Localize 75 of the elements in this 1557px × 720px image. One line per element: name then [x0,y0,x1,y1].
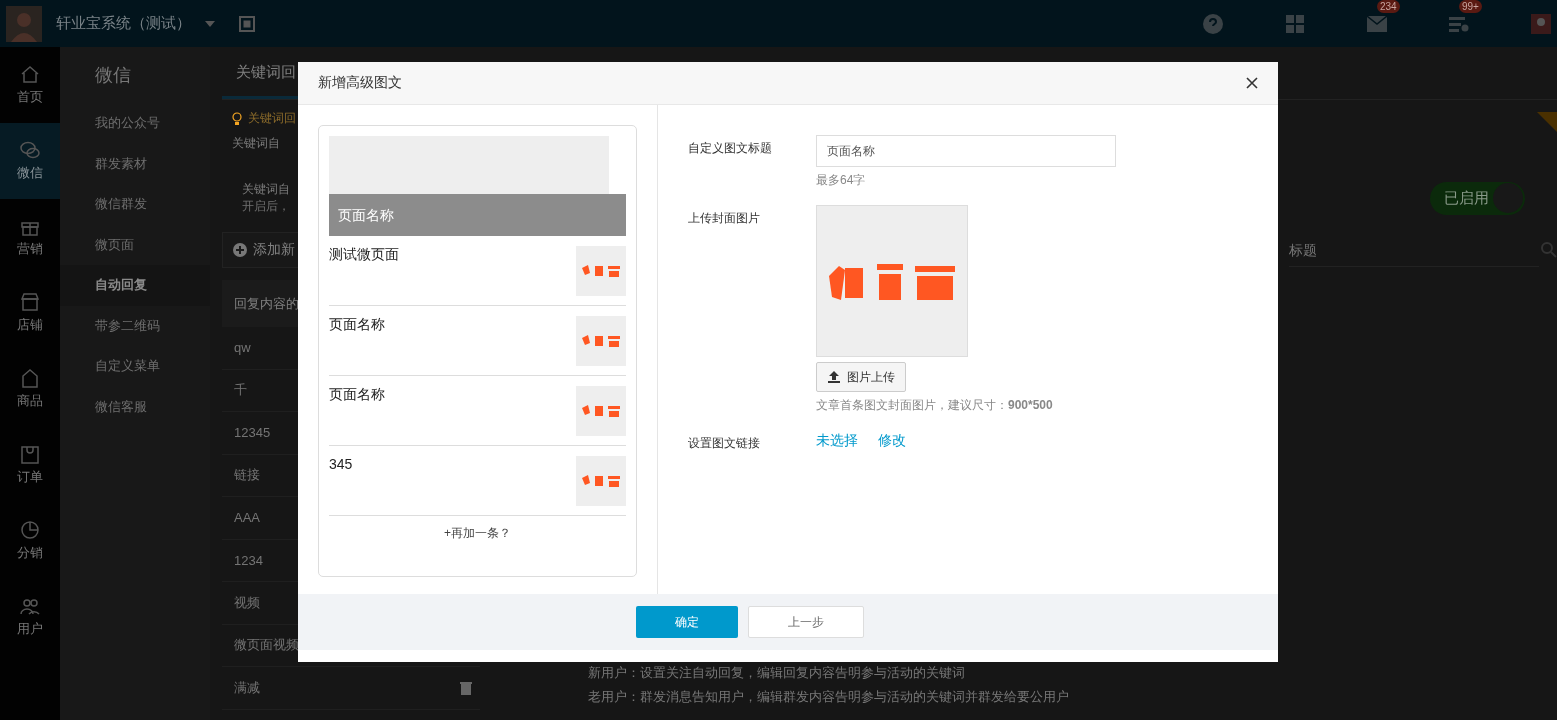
upload-icon [827,370,841,384]
link[interactable]: 修改 [878,432,906,452]
nav-item[interactable]: 营销 [0,199,60,275]
article-title[interactable]: 页面名称 [329,386,385,404]
qr-code-icon[interactable] [239,15,255,32]
title-input[interactable]: 页面名称 [816,135,1116,167]
table-cell: 微页面视频 [234,636,299,655]
close-icon[interactable] [1246,77,1258,89]
tip-text: 关键词回 [248,110,296,127]
dialog-title: 新增高级图文 [318,74,402,92]
link[interactable]: 未选择 [816,432,858,452]
submenu-item[interactable]: 群发素材 [95,143,210,184]
submenu-item[interactable]: 微信客服 [95,386,210,427]
note-text: 新用户：设置关注自动回复，编辑回复内容告明参与活动的关键词 [588,664,966,682]
notification-badge: 234 [1377,0,1400,13]
nav-item[interactable]: 订单 [0,427,60,503]
corner-ribbon-icon [1537,112,1557,132]
search-icon[interactable] [1541,242,1557,258]
plus-icon [233,243,247,257]
table-cell: 视频 [234,593,260,612]
nav-item[interactable]: 商品 [0,351,60,427]
lightbulb-icon [232,111,242,126]
field-label: 设置图文链接 [688,435,761,452]
article-title[interactable]: 测试微页面 [329,246,399,264]
field-label: 自定义图文标题 [688,140,773,157]
apps-icon[interactable] [1285,13,1305,34]
hint-text: 文章首条图文封面图片，建议尺寸：900*500 [816,397,1053,414]
description-text: 开启后， [242,198,290,215]
nav-item[interactable]: 用户 [0,579,60,655]
submenu-item[interactable]: 我的公众号 [95,103,210,144]
add-article-link[interactable]: +再加一条？ [329,516,626,542]
nav-item[interactable]: 店铺 [0,275,60,351]
description-text: 关键词自 [242,181,290,198]
submenu-item[interactable]: 带参二维码 [95,305,210,346]
back-button[interactable]: 上一步 [748,606,864,638]
caret-icon[interactable] [205,20,215,27]
article-title[interactable]: 345 [329,456,353,472]
nav-item[interactable]: 微信 [0,123,60,199]
table-cell: 12345 [234,425,271,441]
submenu-item[interactable]: 自定义菜单 [95,346,210,387]
hint-text: 最多64字 [816,172,866,189]
notification-badge: 99+ [1459,0,1482,13]
search-field[interactable]: 标题 [1289,233,1539,267]
table-cell: 千 [234,381,247,400]
avatar-icon[interactable] [6,5,42,42]
description-text: 关键词自 [232,135,280,152]
submenu-item[interactable]: 自动回复 [60,265,210,306]
toggle-switch[interactable]: 已启用 [1430,181,1525,215]
submenu-item[interactable]: 微页面 [95,224,210,265]
table-cell: AAA [234,510,260,526]
system-title[interactable]: 轩业宝系统（测试） [56,14,191,33]
chat-icon [20,140,40,160]
note-text: 老用户：群发消息告知用户，编辑群发内容告明参与活动的关键词并群发给要公用户 [588,688,1069,706]
table-cell: qw [234,340,251,356]
field-label: 上传封面图片 [688,210,761,227]
pie-icon [20,520,40,540]
cover-title: 页面名称 [329,194,626,236]
tag-icon [20,368,40,388]
table-cell: 链接 [234,466,260,485]
users-icon [20,596,40,616]
bag-icon [20,444,40,464]
trash-icon[interactable] [460,680,472,695]
store-icon [20,292,40,312]
confirm-button[interactable]: 确定 [636,606,738,638]
home-icon [20,64,40,84]
section-title: 微信 [95,64,132,87]
help-icon[interactable] [1203,13,1223,34]
upload-button[interactable]: 图片上传 [816,362,906,392]
table-cell: 满减 [234,678,260,697]
submenu-item[interactable]: 微信群发 [95,184,210,225]
user-avatar-icon[interactable] [1531,13,1551,34]
nav-item[interactable]: 分销 [0,503,60,579]
mail-icon[interactable] [1367,13,1387,34]
table-cell: 1234 [234,552,263,568]
nav-item[interactable]: 首页 [0,47,60,123]
